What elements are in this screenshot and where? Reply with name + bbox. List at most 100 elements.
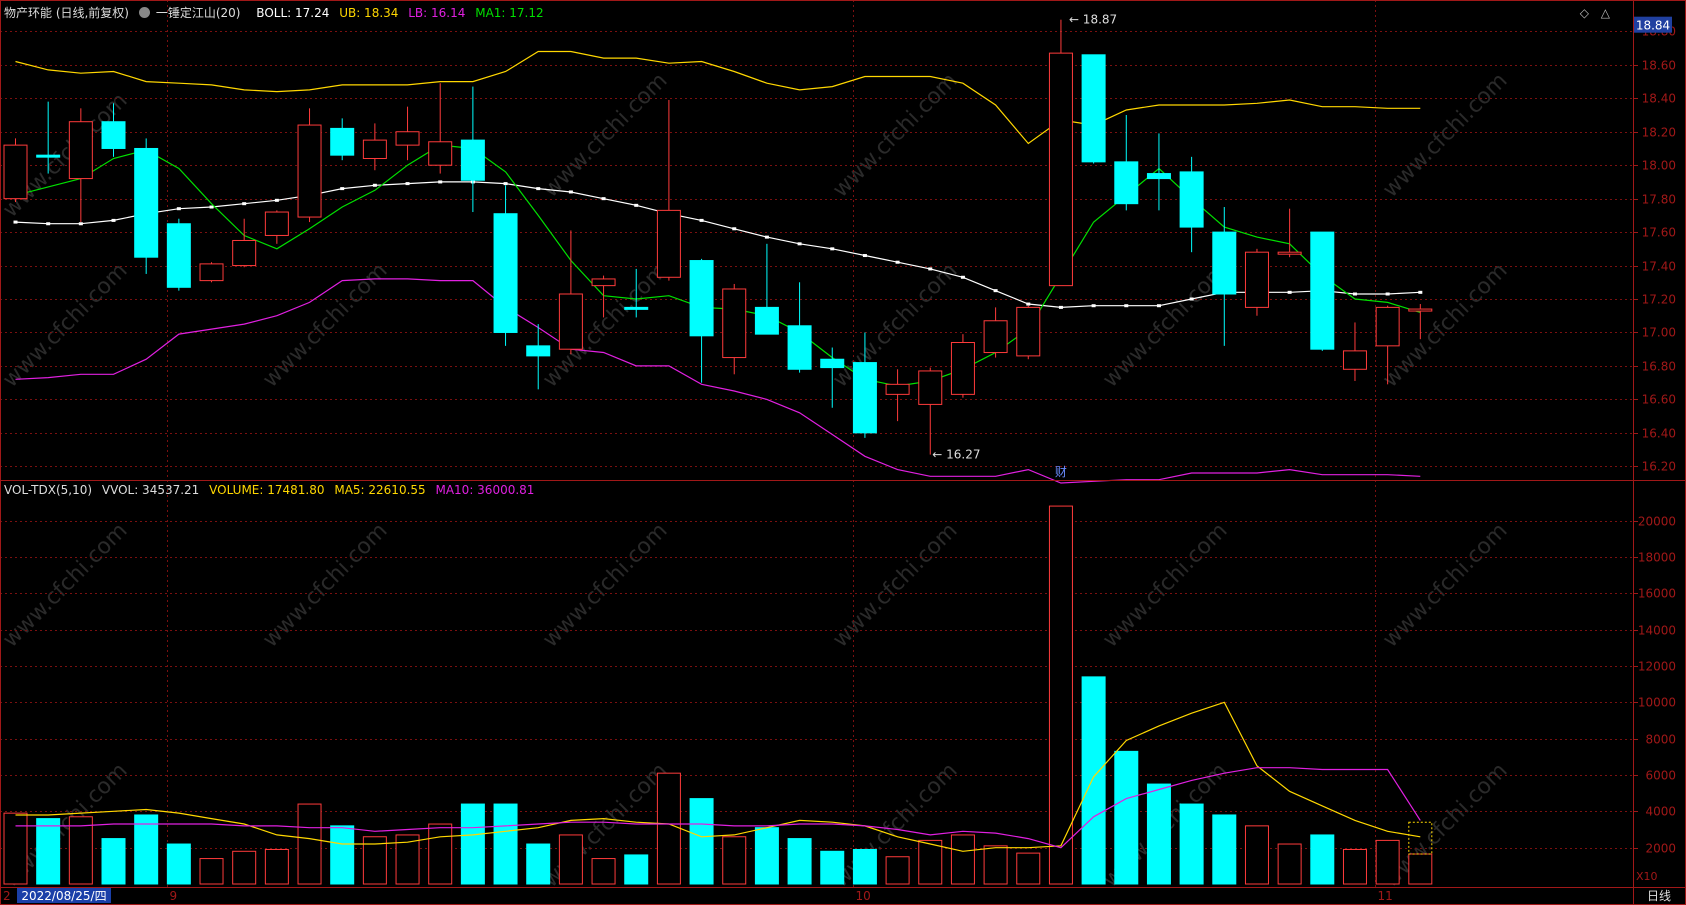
candle[interactable] [68,108,93,223]
financial-event-marker[interactable]: 财 [1055,465,1067,479]
volume-bar[interactable] [787,838,812,885]
volume-bar[interactable] [656,772,681,885]
volume-bar[interactable] [558,834,583,885]
candle[interactable] [1342,322,1367,381]
candle[interactable] [1048,19,1073,287]
indicator-toggle-icon[interactable] [138,7,150,18]
triangle-icon[interactable]: △ [1601,6,1610,20]
volume-bar[interactable] [852,848,877,885]
candle[interactable] [232,218,257,268]
volume-bar[interactable] [624,854,649,885]
candle[interactable] [428,83,453,174]
candle[interactable] [1212,207,1237,346]
price-panel[interactable]: ← 18.87 ← 16.27 财 [3,13,1433,484]
volume-bar[interactable] [689,798,714,885]
volume-bar[interactable] [264,848,289,885]
boll-value: BOLL: 17.24 [256,6,330,20]
volume-bar[interactable] [3,812,28,885]
volume-bar[interactable] [36,818,61,885]
candle[interactable] [166,218,191,291]
candle[interactable] [1310,231,1335,351]
volume-bar[interactable] [297,803,322,885]
date-axis-edge-label: 2 [3,889,11,903]
volume-bar[interactable] [1310,834,1335,885]
candle[interactable] [3,138,28,202]
volume-bar[interactable] [134,814,159,885]
watermark-text: www.cfchi.com [1378,518,1512,652]
candle-body-down [1212,231,1237,295]
candle[interactable] [1179,156,1204,253]
volume-tick-label: 18000 [1638,551,1676,565]
volume-bar[interactable] [1212,814,1237,885]
volume-bar[interactable] [1277,843,1302,885]
volume-bar[interactable] [428,823,453,885]
ub-value: UB: 18.34 [339,6,399,20]
candle[interactable] [330,118,355,161]
volume-bar[interactable] [1244,825,1269,885]
volume-bar[interactable] [983,845,1008,885]
price-tick-label: 18.20 [1642,126,1676,140]
volume-bar[interactable] [591,858,616,885]
ma1-value: MA1: 17.12 [475,6,544,20]
candle-body-up [264,211,289,236]
candle[interactable] [493,185,518,346]
volume-bar[interactable] [1146,783,1171,885]
candle[interactable] [362,123,387,171]
volume-bar[interactable] [1114,750,1139,885]
candle[interactable] [297,108,322,223]
candle[interactable] [754,243,779,335]
vol-indicator-name[interactable]: VOL-TDX(5,10) [4,483,92,497]
candle[interactable] [950,334,975,398]
candle[interactable] [264,210,289,244]
volume-bar[interactable] [1375,839,1400,885]
period-label[interactable]: 日线 [1647,889,1671,903]
candle[interactable] [134,138,159,274]
candle[interactable] [460,86,485,213]
volume-bar[interactable] [199,858,224,885]
volume-bar[interactable] [1408,853,1433,885]
volume-bar[interactable] [1048,505,1073,885]
volume-bar[interactable] [330,825,355,885]
volume-bar[interactable] [1342,848,1367,885]
candle[interactable] [689,258,714,383]
volume-bar[interactable] [1179,803,1204,885]
volume-bar[interactable] [1016,852,1041,885]
volume-bar[interactable] [820,850,845,885]
volume-bar[interactable] [722,836,747,885]
candle[interactable] [1081,54,1106,164]
volume-bar[interactable] [101,838,126,885]
boll-lower-line [15,278,1421,484]
candle[interactable] [1244,248,1269,316]
candle-body-up [885,383,910,395]
candle[interactable] [787,282,812,373]
indicator-selector[interactable]: 一锤定江山(20) [138,6,247,20]
volume-bar[interactable] [460,803,485,885]
volume-bar[interactable] [1081,676,1106,885]
volume-bar[interactable] [918,839,943,885]
volume-bar[interactable] [68,816,93,885]
stock-chart[interactable]: www.cfchi.com www.cfchi.com www.cfchi.com w… [0,0,1686,905]
stock-title[interactable]: 物产环能 (日线,前复权) [4,6,129,20]
volume-bar[interactable] [166,843,191,885]
candle[interactable] [722,283,747,375]
candle[interactable] [1146,133,1171,211]
candle[interactable] [199,262,224,283]
candle[interactable] [885,369,910,422]
volume-bar[interactable] [754,827,779,885]
candle[interactable] [656,99,681,281]
candle[interactable] [1016,305,1041,360]
current-price-tag-text: 18.84 [1636,19,1670,33]
volume-bar[interactable] [950,834,975,885]
diamond-icon[interactable]: ◇ [1580,6,1589,20]
volume-bar[interactable] [232,850,257,885]
candle[interactable] [918,367,943,455]
candle[interactable] [983,307,1008,358]
volume-bar[interactable] [493,803,518,885]
candle[interactable] [1114,115,1139,211]
candle[interactable] [395,106,420,161]
candle-body-down [134,147,159,258]
volume-panel[interactable] [3,505,1433,885]
volume-tick-label: 8000 [1645,733,1676,747]
volume-bar[interactable] [885,856,910,885]
volume-bar[interactable] [526,843,551,885]
